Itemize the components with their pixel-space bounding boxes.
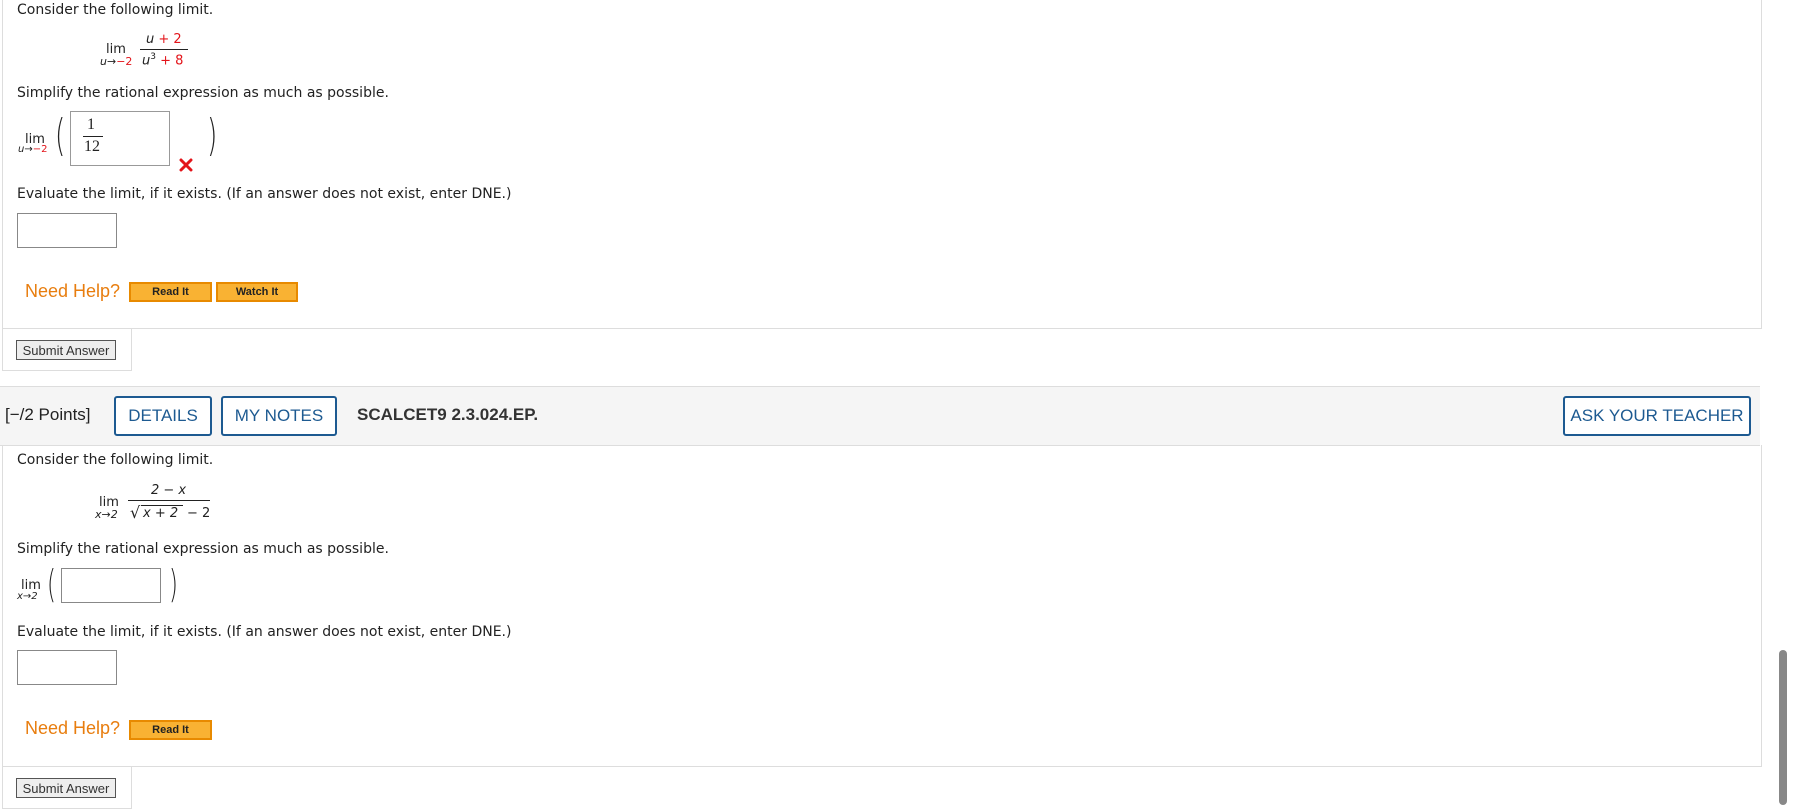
q1-submit-button[interactable]: Submit Answer bbox=[16, 340, 116, 360]
q2-problem-code: SCALCET9 2.3.024.EP. bbox=[357, 405, 539, 424]
q2-sqrt-inner: x + 2 bbox=[143, 506, 179, 521]
q1-sub-target: −2 bbox=[116, 55, 133, 68]
q2-submit-label: Submit Answer bbox=[22, 780, 110, 796]
q2-simplified-input[interactable] bbox=[61, 568, 161, 603]
q1-right-paren: ) bbox=[207, 110, 218, 161]
q2-evaluate-prompt: Evaluate the limit, if it exists. (If an… bbox=[17, 624, 512, 640]
q2-den-rest: − 2 bbox=[187, 506, 211, 521]
q2-points: [−/2 Points] bbox=[5, 405, 91, 424]
q2-read-it-button[interactable]: Read It bbox=[129, 720, 212, 740]
q1-simplify-prompt: Simplify the rational expression as much… bbox=[17, 85, 389, 101]
q1-watch-it-label: Watch It bbox=[235, 286, 279, 298]
q1-num-var: u bbox=[146, 32, 155, 47]
q1-need-help: Need Help? bbox=[25, 281, 121, 301]
q2-numerator: 2 − x bbox=[151, 483, 187, 498]
q1-num-rest: + 2 bbox=[158, 32, 182, 47]
q1-watch-it-button[interactable]: Watch It bbox=[216, 282, 298, 302]
ask-your-teacher-button[interactable]: ASK YOUR TEACHER bbox=[1563, 396, 1751, 436]
q1-evaluate-prompt: Evaluate the limit, if it exists. (If an… bbox=[17, 186, 512, 202]
q1-answer-sub-target: −2 bbox=[32, 144, 48, 155]
incorrect-x-icon bbox=[179, 158, 193, 172]
my-notes-label: MY NOTES bbox=[234, 406, 324, 425]
q1-answer-numerator: 1 bbox=[87, 116, 95, 133]
q2-submit-button[interactable]: Submit Answer bbox=[16, 778, 116, 798]
q1-answer-denominator: 12 bbox=[84, 138, 100, 155]
q1-read-it-button[interactable]: Read It bbox=[129, 282, 212, 302]
q1-den-var: u bbox=[142, 53, 151, 69]
q2-sqrt-symbol: √ bbox=[130, 503, 141, 522]
details-label: DETAILS bbox=[128, 406, 198, 425]
q1-simplified-input[interactable]: 1 12 bbox=[70, 111, 170, 166]
q2-read-it-label: Read It bbox=[152, 724, 189, 736]
q2-answer-lim-sub: x→2 bbox=[17, 591, 38, 602]
ask-teacher-label: ASK YOUR TEACHER bbox=[1570, 406, 1744, 425]
q1-answer-lim-sub: u→−2 bbox=[18, 144, 47, 155]
q1-left-paren: ( bbox=[55, 110, 66, 161]
question-1-frame bbox=[2, 0, 1762, 329]
my-notes-button[interactable]: MY NOTES bbox=[221, 396, 337, 436]
scrollbar-thumb[interactable] bbox=[1779, 650, 1787, 805]
q1-answer-sub-arrow: → bbox=[24, 144, 33, 155]
details-button[interactable]: DETAILS bbox=[114, 396, 212, 436]
q1-read-it-label: Read It bbox=[152, 286, 189, 298]
q1-intro: Consider the following limit. bbox=[17, 2, 214, 18]
q1-fraction-bar bbox=[140, 49, 188, 50]
q1-sub-arrow: → bbox=[106, 55, 117, 68]
q2-lim-subscript: x→2 bbox=[95, 508, 118, 521]
q2-fraction-bar bbox=[128, 500, 210, 501]
q1-numerator: u + 2 bbox=[146, 32, 182, 47]
q2-simplify-prompt: Simplify the rational expression as much… bbox=[17, 541, 389, 557]
q2-right-paren: ) bbox=[169, 562, 178, 606]
q2-need-help: Need Help? bbox=[25, 718, 121, 738]
q1-denominator: u3 + 8 bbox=[142, 52, 183, 68]
q1-sub-var: u bbox=[100, 55, 107, 68]
q1-den-exp: 3 bbox=[150, 52, 156, 62]
q1-submit-label: Submit Answer bbox=[22, 342, 110, 358]
q1-den-rest: + 8 bbox=[160, 53, 184, 69]
q1-answer-fraction-bar bbox=[83, 136, 103, 137]
q1-evaluate-input[interactable] bbox=[17, 213, 117, 248]
q2-intro: Consider the following limit. bbox=[17, 452, 214, 468]
q2-left-paren: ( bbox=[47, 562, 56, 606]
question-2-frame bbox=[2, 445, 1762, 767]
q1-lim-subscript: u→−2 bbox=[100, 55, 132, 68]
q2-evaluate-input[interactable] bbox=[17, 650, 117, 685]
